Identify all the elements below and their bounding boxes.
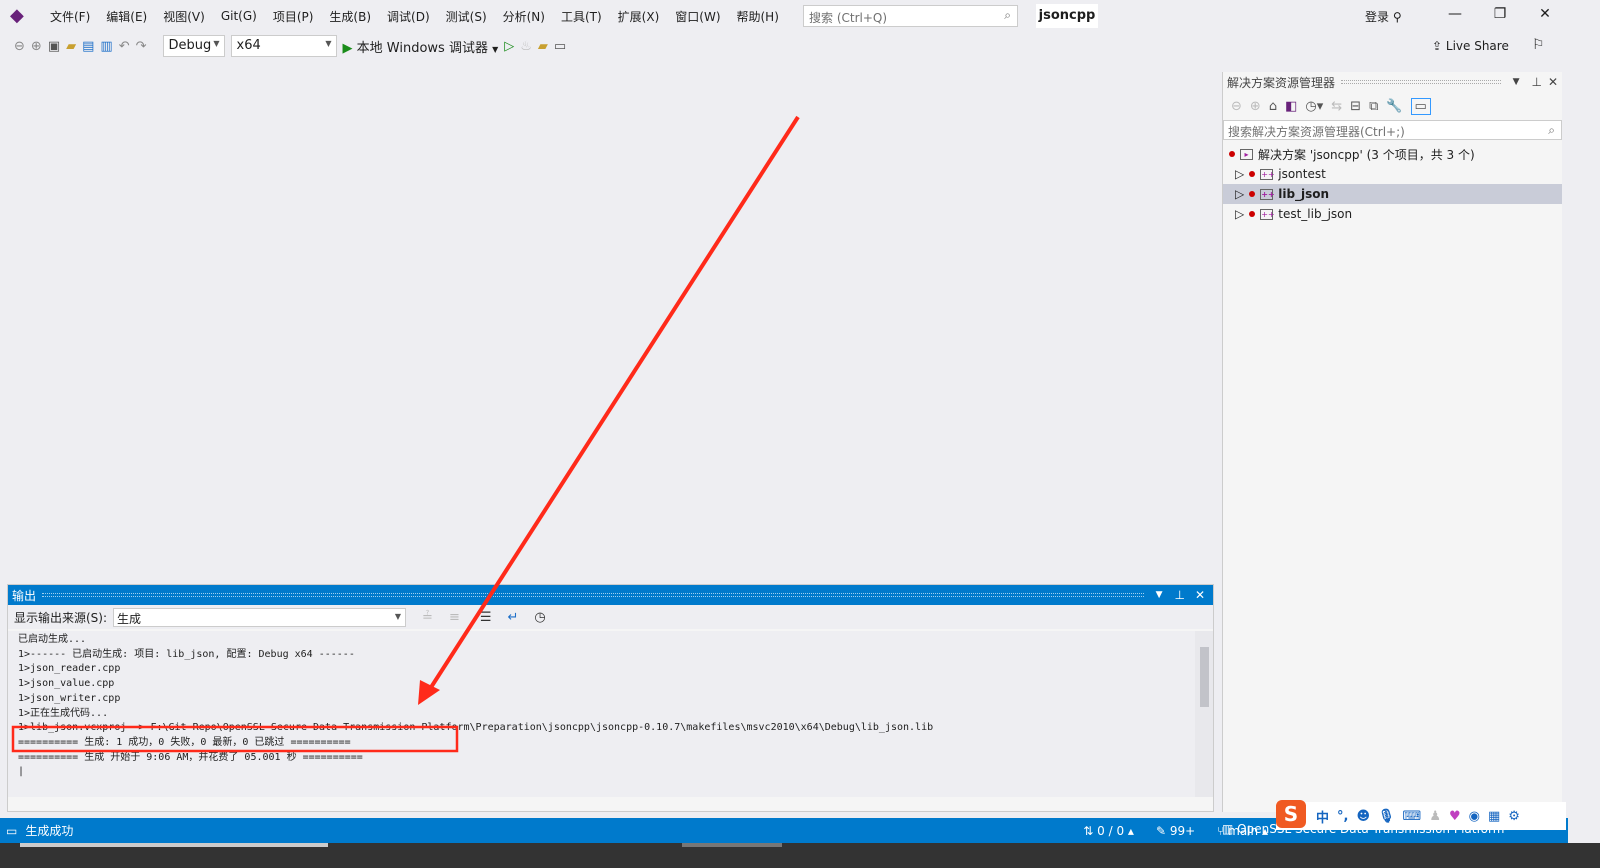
annotation-highlight-box xyxy=(11,725,459,753)
annotation-overlay xyxy=(11,115,800,753)
annotation-arrow-head xyxy=(418,680,440,705)
annotation-arrow-line xyxy=(426,115,800,694)
